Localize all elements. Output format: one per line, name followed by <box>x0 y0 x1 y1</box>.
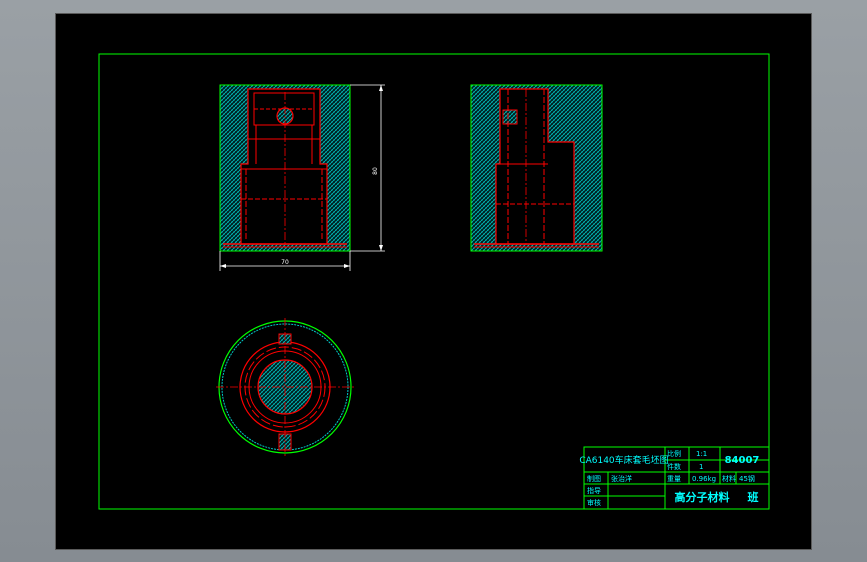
quantity-label: 件数 <box>667 462 681 471</box>
scale-value: 1:1 <box>696 450 707 458</box>
drawing-number: 84007 <box>725 455 760 466</box>
width-dimension: 70 <box>219 251 351 271</box>
quantity-value: 1 <box>699 463 703 471</box>
drawing-sheet: 80 70 CA6140车床套毛坯图 比例 1:1 件数 1 84007 制图 … <box>55 13 812 550</box>
school-name: 高分子材料 <box>675 490 730 504</box>
weight-label: 重量 <box>667 475 681 483</box>
drawing-title: CA6140车床套毛坯图 <box>579 454 668 466</box>
top-view <box>216 318 354 456</box>
front-view: 80 70 <box>219 84 385 271</box>
material-label: 材料 <box>722 474 736 483</box>
instructor-label: 指导 <box>587 486 601 495</box>
drawing-frame <box>98 53 770 510</box>
drawn-label: 制图 <box>587 474 601 483</box>
height-dimension: 80 <box>350 84 385 252</box>
cad-drawing: 80 70 CA6140车床套毛坯图 比例 1:1 件数 1 84007 制图 … <box>98 53 770 510</box>
width-dimension-label: 70 <box>281 259 289 266</box>
class-suffix: 班 <box>748 490 759 504</box>
weight-value: 0.96kg <box>692 475 716 483</box>
drawn-name: 张治洋 <box>611 474 632 483</box>
reviewer-label: 审核 <box>587 498 601 507</box>
material-value: 45钢 <box>739 474 755 483</box>
height-dimension-label: 80 <box>372 167 379 175</box>
side-view <box>470 84 603 252</box>
title-block: CA6140车床套毛坯图 比例 1:1 件数 1 84007 制图 张治洋 重量… <box>579 446 770 510</box>
scale-label: 比例 <box>667 449 681 458</box>
